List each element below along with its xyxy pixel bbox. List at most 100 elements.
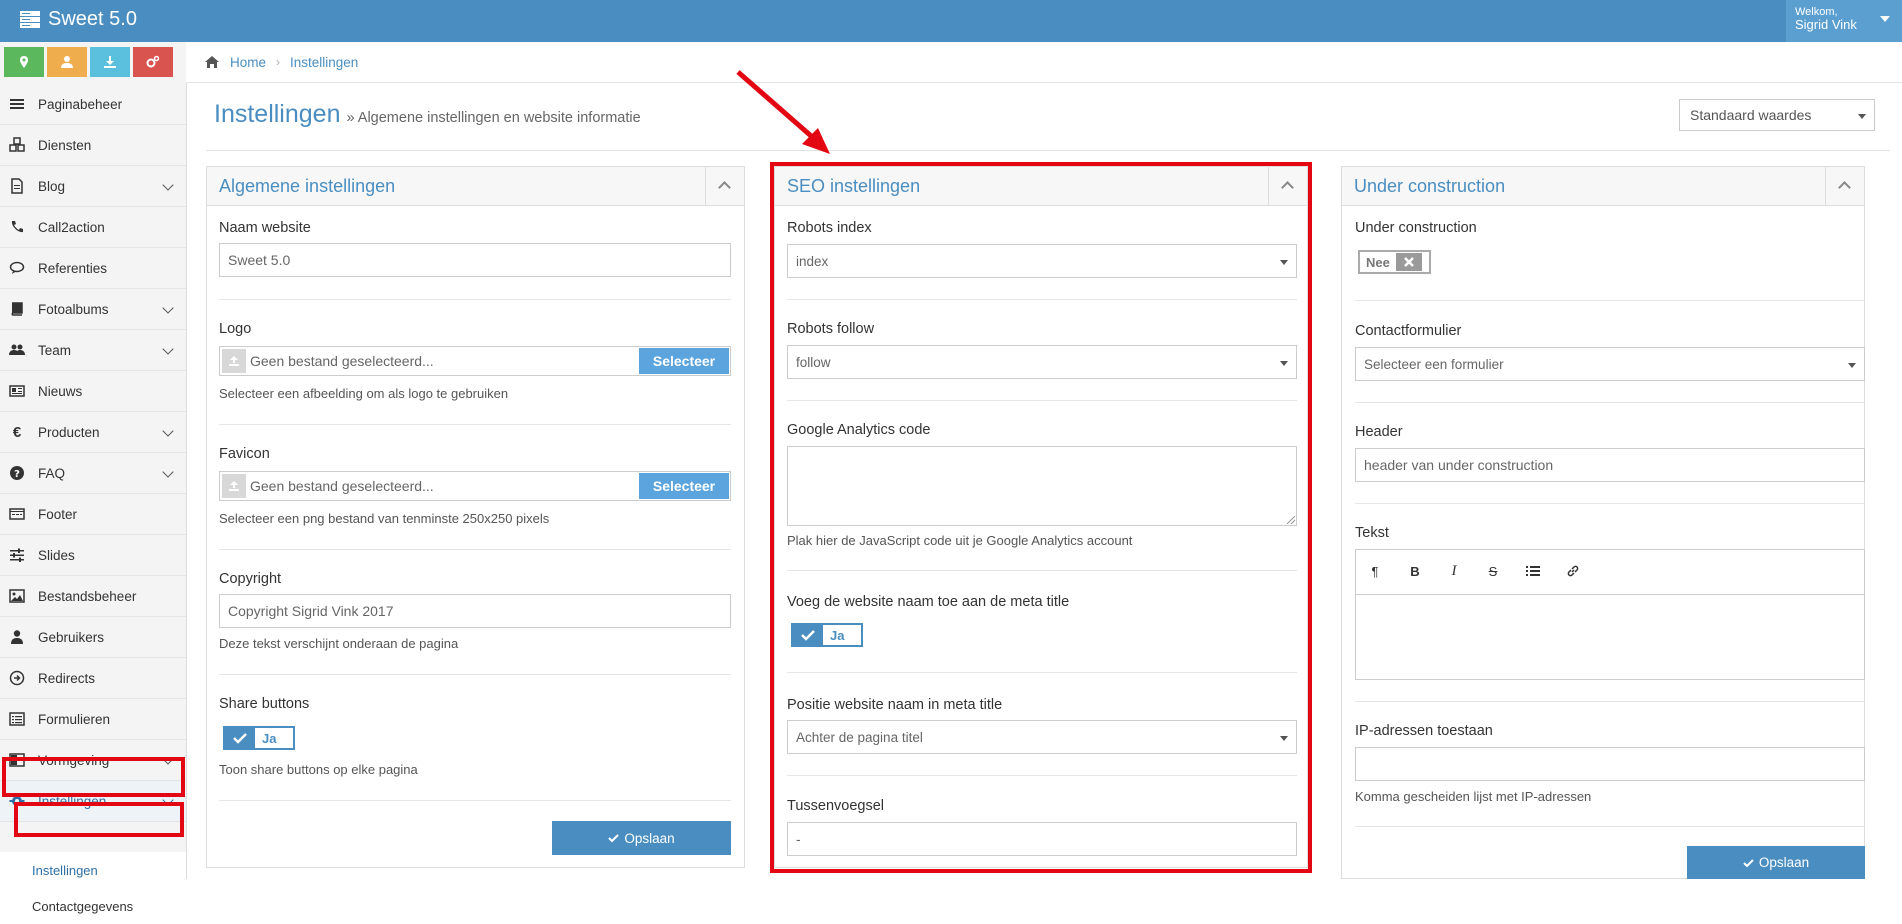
general-save-button[interactable]: Opslaan [552, 821, 731, 855]
sidebar-item-paginabeheer[interactable]: Paginabeheer [0, 84, 186, 125]
check-icon [801, 630, 815, 641]
sidebar-item-label: Diensten [38, 137, 92, 153]
quick-button-location[interactable] [4, 47, 44, 77]
app-title: Sweet 5.0 [48, 8, 137, 30]
share-buttons-label: Share buttons [219, 696, 310, 712]
text-label: Tekst [1355, 525, 1389, 541]
sidebar-item-label: Footer [38, 506, 78, 522]
ip-input[interactable] [1355, 747, 1865, 781]
sidebar-item-fotoalbums[interactable]: Fotoalbums [0, 289, 186, 330]
sidebar-item-formulieren[interactable]: Formulieren [0, 699, 186, 740]
meta-title-label: Voeg de website naam toe aan de meta tit… [787, 594, 1070, 610]
divider [219, 549, 731, 550]
quick-button-settings[interactable] [133, 47, 173, 77]
resize-handle[interactable] [1287, 516, 1295, 524]
home-icon[interactable] [204, 55, 220, 69]
sidebar-item-label: Producten [38, 424, 100, 440]
copyright-input[interactable]: Copyright Sigrid Vink 2017 [219, 594, 731, 628]
sidebar-subitem-contactgegevens[interactable]: Contactgegevens [0, 888, 186, 924]
divider [787, 775, 1297, 776]
italic-icon[interactable]: I [1445, 562, 1463, 580]
ip-label: IP-adressen toestaan [1355, 723, 1493, 739]
header-value: header van under construction [1364, 457, 1554, 473]
separator-input[interactable]: - [787, 822, 1297, 856]
sidebar-item-diensten[interactable]: Diensten [0, 125, 186, 166]
position-value: Achter de pagina titel [796, 730, 923, 745]
rich-text-editor[interactable]: ¶ B I S [1355, 549, 1865, 680]
share-buttons-toggle[interactable]: Ja [223, 726, 295, 750]
sidebar: Paginabeheer Diensten Blog Call2action R… [0, 42, 187, 914]
uc-save-button[interactable]: Opslaan [1687, 846, 1865, 879]
breadcrumb-current[interactable]: Instellingen [290, 55, 358, 70]
robots-follow-label: Robots follow [787, 321, 875, 337]
logo-file-input[interactable]: Geen bestand geselecteerd... Selecteer [219, 346, 731, 376]
sidebar-item-gebruikers[interactable]: Gebruikers [0, 617, 186, 658]
sidebar-item-bestandsbeheer[interactable]: Bestandsbeheer [0, 576, 186, 617]
favicon-label: Favicon [219, 446, 270, 462]
bars-icon [10, 99, 24, 109]
favicon-file-input[interactable]: Geen bestand geselecteerd... Selecteer [219, 471, 731, 501]
contact-form-select[interactable]: Selecteer een formulier [1355, 347, 1865, 381]
quick-button-download[interactable] [90, 47, 130, 77]
contact-form-value: Selecteer een formulier [1364, 357, 1504, 372]
close-icon [1403, 257, 1414, 267]
panel-header: Under construction [1342, 167, 1864, 206]
brand[interactable]: Sweet 5.0 [20, 8, 137, 31]
sidebar-item-label: Bestandsbeheer [38, 588, 137, 604]
logo-label: Logo [219, 321, 252, 337]
link-icon[interactable] [1564, 562, 1582, 580]
user-menu[interactable]: Welkom, Sigrid Vink [1786, 0, 1902, 42]
bold-icon[interactable]: B [1406, 562, 1424, 580]
sidebar-item-blog[interactable]: Blog [0, 166, 186, 207]
collapse-button[interactable] [1268, 167, 1307, 205]
user-icon [11, 630, 23, 644]
favicon-select-button[interactable]: Selecteer [639, 473, 729, 499]
copyright-help: Deze tekst verschijnt onderaan de pagina [219, 636, 459, 651]
sidebar-item-slides[interactable]: Slides [0, 535, 186, 576]
robots-index-select[interactable]: index [787, 244, 1297, 278]
sidebar-item-call2action[interactable]: Call2action [0, 207, 186, 248]
position-select[interactable]: Achter de pagina titel [787, 720, 1297, 754]
cubes-icon [9, 137, 25, 152]
arrow-circle-icon [9, 670, 25, 686]
collapse-button[interactable] [1825, 167, 1864, 205]
logo-select-button[interactable]: Selecteer [639, 348, 729, 374]
strikethrough-icon[interactable]: S [1484, 562, 1502, 580]
sidebar-item-referenties[interactable]: Referenties [0, 248, 186, 289]
divider [219, 674, 731, 675]
robots-follow-select[interactable]: follow [787, 345, 1297, 379]
paragraph-icon[interactable]: ¶ [1366, 562, 1384, 580]
share-buttons-toggle-label: Ja [262, 730, 277, 746]
sidebar-item-label: Formulieren [38, 711, 111, 727]
list-alt-icon [9, 712, 25, 726]
header-label: Header [1355, 424, 1403, 440]
chevron-up-icon [1838, 181, 1851, 194]
sidebar-item-footer[interactable]: Footer [0, 494, 186, 535]
meta-title-toggle[interactable]: Ja [791, 623, 863, 647]
users-icon [9, 344, 25, 355]
collapse-button[interactable] [705, 167, 744, 205]
check-icon [233, 733, 247, 744]
uc-toggle[interactable]: Nee [1358, 250, 1431, 274]
ga-code-label: Google Analytics code [787, 422, 931, 438]
sidebar-item-team[interactable]: Team [0, 330, 186, 371]
contact-form-label: Contactformulier [1355, 323, 1462, 339]
sidebar-item-instellingen[interactable]: Instellingen [0, 781, 186, 822]
sidebar-item-redirects[interactable]: Redirects [0, 658, 186, 699]
sidebar-item-faq[interactable]: ? FAQ [0, 453, 186, 494]
breadcrumb-home[interactable]: Home [230, 55, 266, 70]
site-name-input[interactable]: Sweet 5.0 [219, 243, 731, 277]
defaults-select[interactable]: Standaard waardes [1679, 99, 1875, 131]
sidebar-item-label: Gebruikers [38, 629, 105, 645]
header-input[interactable]: header van under construction [1355, 448, 1865, 482]
chevron-down-icon [162, 425, 174, 437]
sidebar-subitem-instellingen[interactable]: Instellingen [0, 852, 186, 888]
ga-code-textarea[interactable] [787, 446, 1297, 526]
quick-button-user[interactable] [47, 47, 87, 77]
sidebar-item-label: Vormgeving [38, 752, 110, 768]
sidebar-item-nieuws[interactable]: Nieuws [0, 371, 186, 412]
chevron-down-icon [162, 794, 174, 806]
list-icon[interactable] [1524, 562, 1542, 580]
sidebar-item-producten[interactable]: € Producten [0, 412, 186, 453]
sidebar-item-vormgeving[interactable]: Vormgeving [0, 740, 186, 781]
